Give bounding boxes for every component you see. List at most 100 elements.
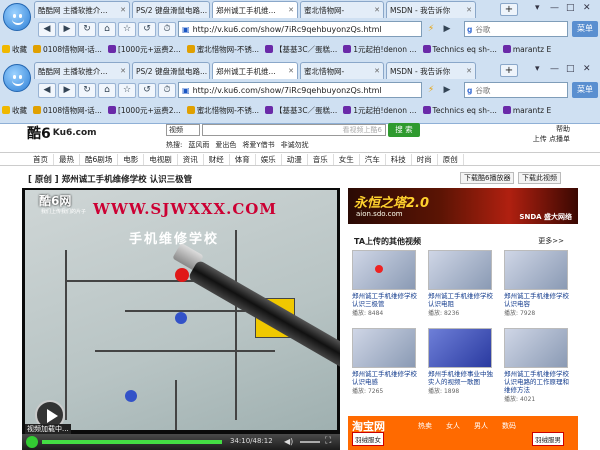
history-button[interactable]: ⏱ <box>158 22 176 37</box>
tab-list-icon[interactable]: ▾ <box>535 64 540 74</box>
volume-slider[interactable] <box>300 441 320 443</box>
nav-item[interactable]: 娱乐 <box>256 153 282 165</box>
tab-3-active[interactable]: 郑州诚工手机维... ✕ <box>212 62 298 79</box>
site-search-button[interactable]: 搜 索 <box>388 123 420 137</box>
taobao-product-left[interactable]: 羽绒服女 <box>352 432 384 446</box>
video-thumbnail[interactable] <box>504 250 568 290</box>
home-button[interactable]: ⌂ <box>98 83 116 98</box>
seek-bar[interactable] <box>42 440 222 444</box>
browser-logo-icon[interactable] <box>3 3 31 31</box>
reload-button[interactable]: ↻ <box>78 83 96 98</box>
close-icon[interactable]: ✕ <box>374 6 380 14</box>
playlist-link[interactable]: 点播单 <box>549 135 570 143</box>
back-button[interactable]: ◀ <box>38 83 56 98</box>
video-card[interactable]: 郑州手机维修事业中独实人的视频一歌图 播放: 1898 <box>428 328 498 402</box>
video-card-title[interactable]: 郑州诚工手机维修学校 认识三极管 <box>352 292 422 308</box>
more-link[interactable]: 更多>> <box>538 236 564 246</box>
undo-close-button[interactable]: ↺ <box>138 22 156 37</box>
bookmark-item[interactable]: 0108惜物网-话... <box>33 44 102 55</box>
menu-button[interactable]: 菜单 <box>572 82 598 98</box>
tab-list-icon[interactable]: ▾ <box>535 3 540 13</box>
hot-link[interactable]: 蓝风雨 <box>188 140 209 150</box>
nav-item[interactable]: 酷6剧场 <box>80 153 119 165</box>
reload-button[interactable]: ↻ <box>78 22 96 37</box>
bookmark-item[interactable]: 【基基3C／蛋糕... <box>265 44 337 55</box>
video-card[interactable]: 郑州诚工手机维修学校 认识电感 播放: 7265 <box>352 328 422 402</box>
new-tab-button[interactable]: + <box>500 3 518 16</box>
nav-item[interactable]: 体育 <box>230 153 256 165</box>
download-video-button[interactable]: 下载此视频 <box>518 172 561 184</box>
taobao-tab[interactable]: 热卖 <box>418 421 432 431</box>
video-card[interactable]: 郑州诚工手机维修学校 认识电路的工作原理和维修方法 播放: 4021 <box>504 328 574 403</box>
video-thumbnail[interactable] <box>352 250 416 290</box>
nav-item[interactable]: 首页 <box>28 153 54 165</box>
nav-item[interactable]: 财经 <box>204 153 230 165</box>
address-bar[interactable]: ▣ http://v.ku6.com/show/7iRc9qehbuyonzQs.… <box>178 21 422 37</box>
bookmark-item[interactable]: marantz E <box>502 45 551 54</box>
video-thumbnail[interactable] <box>504 328 568 368</box>
game-ad-banner[interactable]: 永恒之塔2.0 aion.sdo.com SNDA 盛大网络 <box>348 188 578 224</box>
close-icon[interactable]: ✕ <box>288 67 294 75</box>
close-icon[interactable]: ✕ <box>209 6 210 14</box>
bookmark-item[interactable]: 蜜北惜物网-不锈... <box>186 105 259 116</box>
video-thumbnail[interactable] <box>428 250 492 290</box>
download-player-button[interactable]: 下载酷6播放器 <box>460 172 515 184</box>
taobao-tab[interactable]: 数码 <box>502 421 516 431</box>
search-box[interactable]: g 谷歌 <box>464 82 568 98</box>
video-card-title[interactable]: 郑州诚工手机维修学校 认识电容 <box>504 292 574 308</box>
close-icon[interactable]: ✕ <box>466 6 472 14</box>
bookmark-item[interactable]: Technics eq sh-... <box>422 106 497 115</box>
site-search-input[interactable]: 看视频上酷6 <box>202 124 386 136</box>
favorite-button[interactable]: ☆ <box>118 22 136 37</box>
bookmark-item[interactable]: marantz E <box>502 106 551 115</box>
tab-4[interactable]: 蜜北惜物网- ✕ <box>300 1 384 18</box>
home-button[interactable]: ⌂ <box>98 22 116 37</box>
nav-item[interactable]: 科技 <box>386 153 412 165</box>
forward-button[interactable]: ▶ <box>58 22 76 37</box>
upload-link[interactable]: 上传 <box>533 135 547 143</box>
minimize-icon[interactable]: — <box>550 3 559 13</box>
nav-item[interactable]: 原创 <box>438 153 464 165</box>
hot-link[interactable]: 将爱Y借书 <box>242 140 274 150</box>
bookmark-item[interactable]: Technics eq sh-... <box>422 45 497 54</box>
search-box[interactable]: g 谷歌 <box>464 21 568 37</box>
maximize-icon[interactable]: □ <box>566 64 575 74</box>
close-icon[interactable]: ✕ <box>209 67 210 75</box>
minimize-icon[interactable]: — <box>550 64 559 74</box>
close-icon[interactable]: ✕ <box>374 67 380 75</box>
search-type-select[interactable]: 视频 <box>166 124 200 136</box>
fullscreen-icon[interactable]: ⛶ <box>325 436 331 446</box>
video-card[interactable]: 郑州诚工手机维修学校 认识电阻 播放: 8236 <box>428 250 498 324</box>
new-tab-button[interactable]: + <box>500 64 518 77</box>
nav-item[interactable]: 电视剧 <box>144 153 178 165</box>
nav-item[interactable]: 汽车 <box>360 153 386 165</box>
lightning-icon[interactable]: ⚡ <box>424 83 438 97</box>
bookmark-item[interactable]: [1000元+运费2... <box>107 44 181 55</box>
lightning-icon[interactable]: ⚡ <box>424 22 438 36</box>
tab-5[interactable]: MSDN - 我告诉你 ✕ <box>386 1 476 18</box>
bookmark-item[interactable]: [1000元+运费2... <box>107 105 181 116</box>
play-icon[interactable] <box>26 436 38 448</box>
nav-item[interactable]: 女生 <box>334 153 360 165</box>
tab-1[interactable]: 酷酷网 主播软推介... ✕ <box>34 1 130 18</box>
tab-1[interactable]: 酷酷网 主播软推介... ✕ <box>34 62 130 79</box>
close-icon[interactable]: ✕ <box>120 6 126 14</box>
taobao-banner[interactable]: 淘宝网 热卖 女人 男人 数码 羽绒服女 羽绒服男 <box>348 416 578 450</box>
history-button[interactable]: ⏱ <box>158 83 176 98</box>
nav-item[interactable]: 音乐 <box>308 153 334 165</box>
close-window-icon[interactable]: ✕ <box>583 64 591 74</box>
tab-4[interactable]: 蜜北惜物网- ✕ <box>300 62 384 79</box>
close-icon[interactable]: ✕ <box>466 67 472 75</box>
tab-2[interactable]: PS/2 键盘滑鼠电路...✕ <box>132 1 210 18</box>
tab-2[interactable]: PS/2 键盘滑鼠电路...✕ <box>132 62 210 79</box>
video-card[interactable]: 郑州诚工手机维修学校 认识三极管 播放: 8484 <box>352 250 422 324</box>
undo-close-button[interactable]: ↺ <box>138 83 156 98</box>
video-player[interactable]: WWW.SJWXXX.COM 手机维修学校 酷6网 我们上传我们的片子 视频加载… <box>22 188 340 450</box>
video-card-title[interactable]: 郑州诚工手机维修学校 认识电阻 <box>428 292 498 308</box>
hot-link[interactable]: 爱出色 <box>215 140 236 150</box>
video-card-title[interactable]: 郑州手机维修事业中独实人的视频一歌图 <box>428 370 498 386</box>
browser-logo-icon[interactable] <box>3 64 31 92</box>
taobao-product-right[interactable]: 羽绒服男 <box>532 432 564 446</box>
help-link[interactable]: 帮助 <box>533 124 570 134</box>
nav-item[interactable]: 动漫 <box>282 153 308 165</box>
